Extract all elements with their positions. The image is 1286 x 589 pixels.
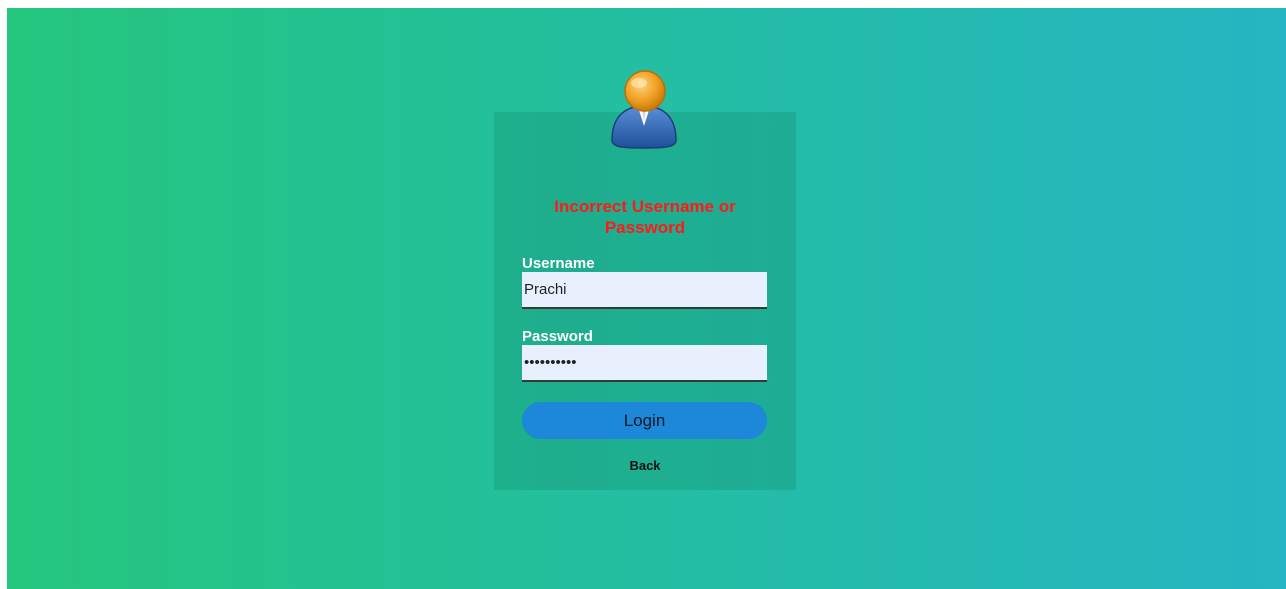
password-input[interactable]: [522, 345, 767, 382]
username-label: Username: [522, 255, 595, 272]
login-button[interactable]: Login: [522, 402, 767, 439]
login-error-line-1: Incorrect Username or: [554, 197, 736, 216]
user-avatar-icon: [608, 66, 680, 152]
password-label: Password: [522, 328, 593, 345]
login-error-line-2: Password: [604, 218, 686, 237]
login-error-message: Incorrect Username or Password: [494, 196, 796, 238]
back-link[interactable]: Back: [494, 458, 796, 473]
username-input[interactable]: [522, 272, 767, 309]
